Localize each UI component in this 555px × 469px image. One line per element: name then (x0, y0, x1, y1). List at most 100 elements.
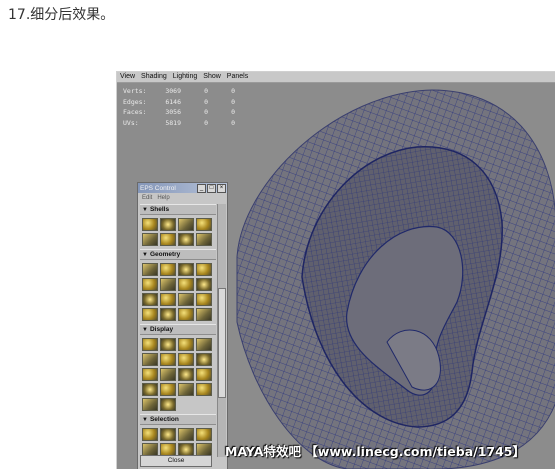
hud-value: 0 (231, 108, 235, 117)
tool-icon[interactable] (196, 368, 212, 381)
tool-icon[interactable] (160, 278, 176, 291)
hud-value: 0 (231, 87, 235, 96)
tool-icon[interactable] (196, 233, 212, 246)
tool-icon[interactable] (160, 308, 176, 321)
tool-icon[interactable] (178, 263, 194, 276)
tool-icon[interactable] (196, 308, 212, 321)
tool-icon[interactable] (160, 338, 176, 351)
section-geometry[interactable]: ▼ Geometry (140, 249, 216, 260)
tool-icon[interactable] (160, 263, 176, 276)
collapse-arrow-icon[interactable]: ▼ (142, 417, 148, 423)
section-display[interactable]: ▼ Display (140, 324, 216, 335)
minimize-icon[interactable]: _ (197, 183, 206, 193)
tool-icon[interactable] (142, 278, 158, 291)
section-selection[interactable]: ▼ Selection (140, 414, 216, 425)
watermark: MAYA特效吧 【www.linecg.com/tieba/1745】 (225, 444, 526, 459)
tool-icon[interactable] (178, 233, 194, 246)
collapse-arrow-icon[interactable]: ▼ (142, 252, 148, 258)
hud-value: 0 (204, 118, 208, 127)
close-button[interactable]: Close (140, 455, 212, 467)
hud-value: 0 (204, 108, 208, 117)
hud-row-edges: Edges: 6146 0 0 (123, 97, 235, 108)
hud-label: Faces: (123, 108, 147, 117)
collapse-arrow-icon[interactable]: ▼ (142, 207, 148, 213)
tool-icon[interactable] (196, 218, 212, 231)
tool-icon[interactable] (142, 263, 158, 276)
tool-icon[interactable] (142, 293, 158, 306)
tool-icon[interactable] (142, 383, 158, 396)
tool-icon[interactable] (142, 308, 158, 321)
hud-row-faces: Faces: 3056 0 0 (123, 107, 235, 118)
tool-icon[interactable] (196, 383, 212, 396)
section-shells[interactable]: ▼ Shells (140, 204, 216, 215)
menu-lighting[interactable]: Lighting (170, 72, 201, 82)
eps-control-panel: EPS Control _ □ × Edit Help ▼ Shells ▼ Geo… (137, 182, 228, 469)
tool-icon[interactable] (160, 233, 176, 246)
tool-icon[interactable] (178, 368, 194, 381)
hud-value: 3069 (165, 87, 181, 96)
panel-menubar: Edit Help (138, 193, 227, 202)
tool-icon[interactable] (178, 218, 194, 231)
tool-icon[interactable] (178, 338, 194, 351)
tool-icon[interactable] (178, 428, 194, 441)
tool-icon[interactable] (178, 308, 194, 321)
tool-icon[interactable] (196, 293, 212, 306)
hud-value: 0 (231, 97, 235, 106)
menu-shading[interactable]: Shading (138, 72, 170, 82)
tool-icon[interactable] (160, 218, 176, 231)
tool-icon[interactable] (160, 383, 176, 396)
tool-icon[interactable] (142, 428, 158, 441)
tool-icon[interactable] (160, 368, 176, 381)
tool-icon[interactable] (196, 353, 212, 366)
tool-icon[interactable] (142, 233, 158, 246)
scrollbar-thumb[interactable] (218, 288, 226, 398)
panel-titlebar[interactable]: EPS Control _ □ × (138, 183, 227, 193)
hud-value: 0 (204, 87, 208, 96)
hud-value: 0 (204, 97, 208, 106)
tool-icon[interactable] (160, 353, 176, 366)
tool-icon[interactable] (160, 398, 176, 411)
poly-count-hud: Verts: 3069 0 0 Edges: 6146 0 0 Faces: 3056 0 0 U… (123, 86, 235, 128)
geometry-tools (140, 260, 216, 324)
tool-icon[interactable] (178, 383, 194, 396)
tool-icon[interactable] (196, 338, 212, 351)
maximize-icon[interactable]: □ (207, 183, 216, 193)
tool-icon[interactable] (178, 293, 194, 306)
section-label: Display (149, 326, 174, 333)
hud-label: UVs: (123, 118, 139, 127)
hud-value: 5819 (165, 118, 181, 127)
tool-icon[interactable] (160, 428, 176, 441)
selection-tools (140, 425, 216, 457)
collapse-arrow-icon[interactable]: ▼ (142, 327, 148, 333)
panel-scrollbar[interactable] (217, 204, 226, 457)
step-caption: 17.细分后效果。 (8, 7, 115, 23)
section-label: Shells (149, 206, 170, 213)
hud-label: Verts: (123, 87, 147, 96)
panel-menu-edit[interactable]: Edit (142, 195, 152, 201)
section-label: Geometry (149, 251, 181, 258)
tool-icon[interactable] (178, 278, 194, 291)
maya-viewport-screenshot: View Shading Lighting Show Panels Verts:… (116, 71, 555, 469)
section-label: Selection (149, 416, 179, 423)
close-icon[interactable]: × (217, 183, 226, 193)
menu-view[interactable]: View (117, 72, 138, 82)
tool-icon[interactable] (142, 338, 158, 351)
menu-panels[interactable]: Panels (224, 72, 251, 82)
panel-tool-list: ▼ Shells ▼ Geometry ▼ Display ▼ Selection (140, 204, 216, 457)
tool-icon[interactable] (196, 428, 212, 441)
hud-value: 6146 (165, 97, 181, 106)
display-tools (140, 335, 216, 414)
tool-icon[interactable] (142, 398, 158, 411)
tool-icon[interactable] (142, 353, 158, 366)
tool-icon[interactable] (160, 293, 176, 306)
tool-icon[interactable] (142, 218, 158, 231)
panel-menu-help[interactable]: Help (157, 195, 169, 201)
menu-show[interactable]: Show (200, 72, 224, 82)
shells-tools (140, 215, 216, 249)
tool-icon[interactable] (196, 278, 212, 291)
tool-icon[interactable] (196, 263, 212, 276)
hud-row-uvs: UVs: 5819 0 0 (123, 118, 235, 129)
tool-icon[interactable] (178, 353, 194, 366)
viewport-menubar: View Shading Lighting Show Panels (117, 72, 555, 83)
tool-icon[interactable] (142, 368, 158, 381)
